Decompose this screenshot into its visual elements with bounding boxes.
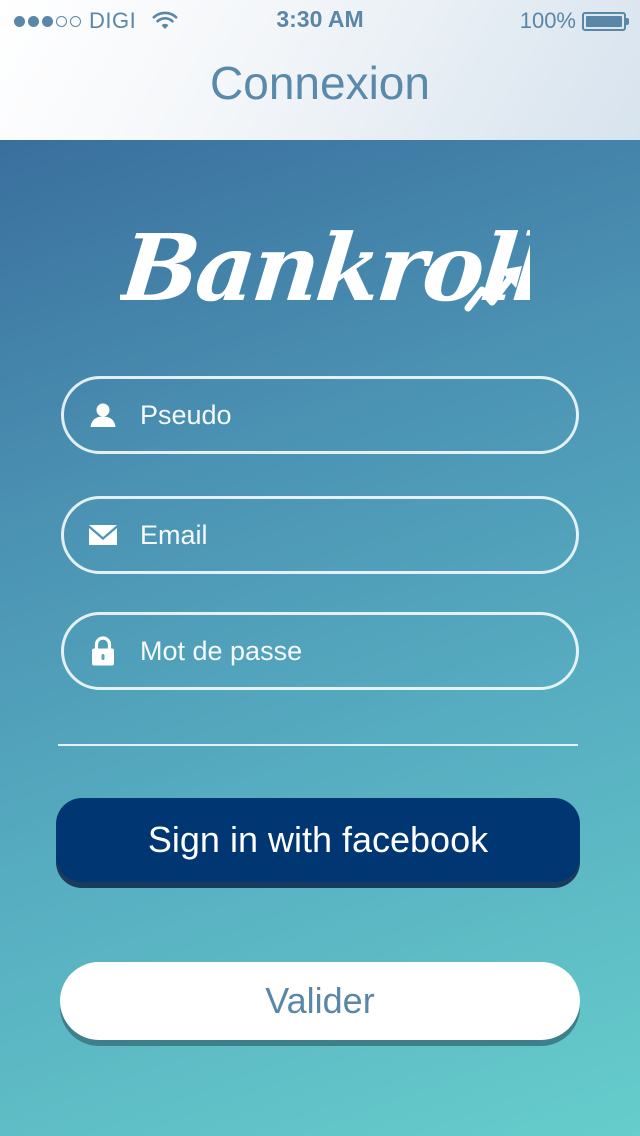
pseudo-input[interactable] bbox=[140, 399, 520, 431]
page-title: Connexion bbox=[210, 57, 430, 109]
email-input[interactable] bbox=[140, 519, 520, 551]
divider bbox=[58, 744, 578, 746]
facebook-signin-button[interactable]: Sign in with facebook bbox=[56, 798, 580, 882]
lock-icon bbox=[88, 636, 118, 666]
battery-fill bbox=[586, 15, 622, 27]
submit-button[interactable]: Valider bbox=[60, 962, 580, 1040]
status-right: 100% bbox=[519, 8, 629, 34]
password-input[interactable] bbox=[140, 635, 520, 667]
user-icon bbox=[88, 400, 118, 430]
login-panel: Bankroll Pseudo Email Sign in with faceb… bbox=[0, 140, 640, 1136]
battery-percent: 100% bbox=[519, 8, 576, 33]
battery-icon bbox=[582, 11, 629, 31]
pseudo-field[interactable] bbox=[61, 376, 579, 454]
header-bar: DIGI 3:30 AM 100% Connexion bbox=[0, 0, 640, 140]
status-bar: DIGI 3:30 AM 100% bbox=[0, 0, 640, 40]
battery-nub bbox=[626, 17, 629, 25]
envelope-icon bbox=[88, 520, 118, 550]
bankroll-logo: Bankroll bbox=[120, 213, 530, 322]
password-field[interactable] bbox=[61, 612, 579, 690]
email-field[interactable] bbox=[61, 496, 579, 574]
